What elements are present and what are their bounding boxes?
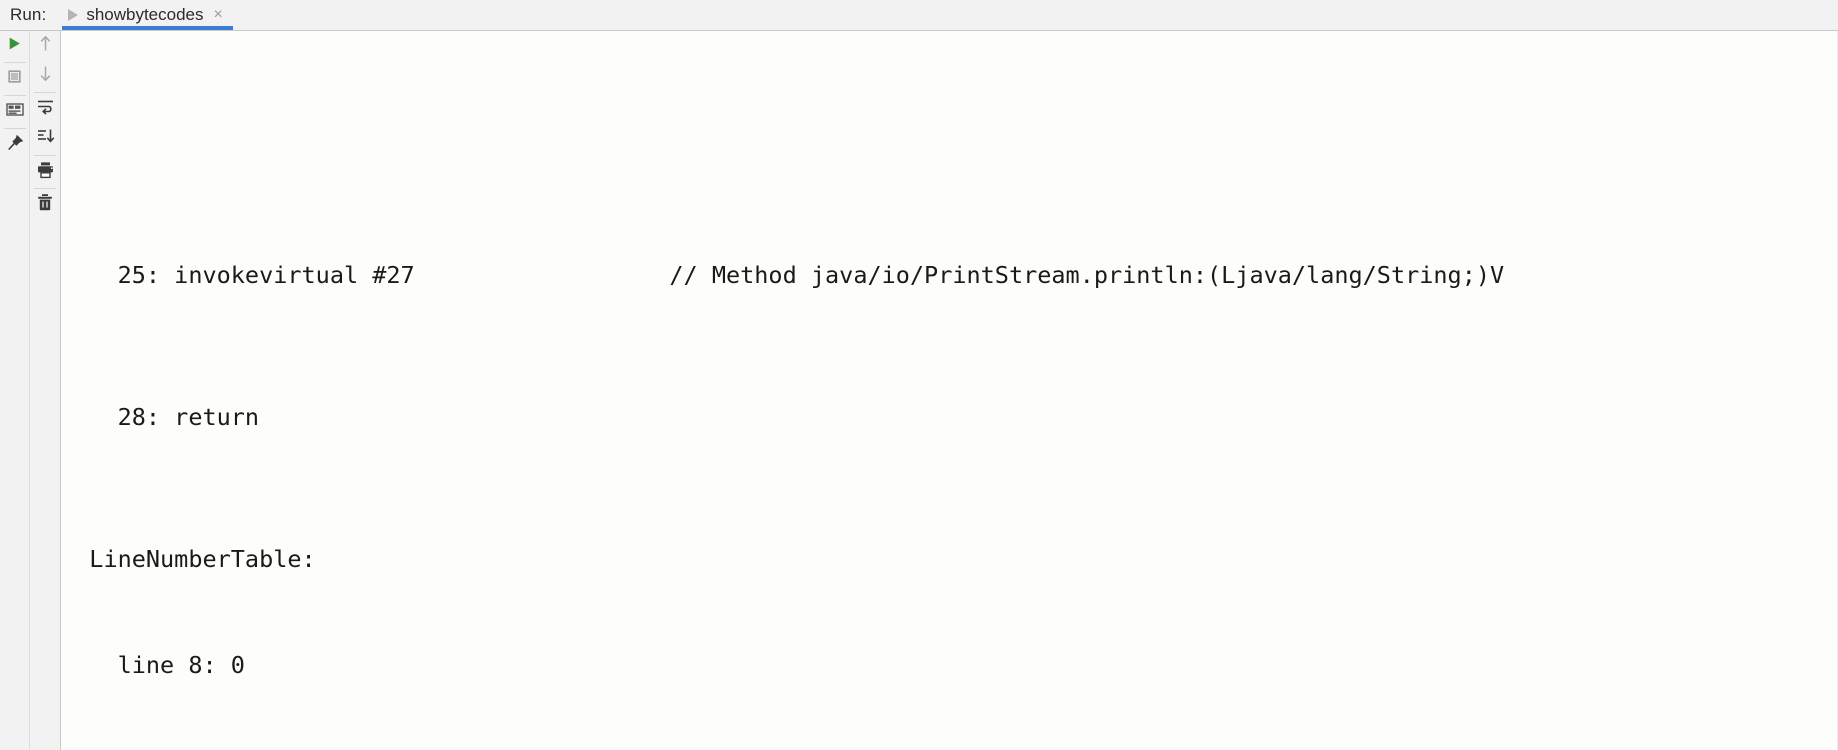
soft-wrap-button[interactable]: [31, 94, 60, 124]
toolbar-divider: [3, 95, 26, 96]
toolbar-divider: [34, 188, 56, 189]
toolbar-divider: [3, 62, 26, 63]
run-actions-toolbar-primary: [0, 31, 30, 750]
pin-icon: [6, 134, 24, 157]
clipped-line: [61, 116, 1504, 152]
show-console-button[interactable]: [0, 97, 29, 127]
scroll-to-end-button[interactable]: [31, 124, 60, 154]
toolbar-divider: [34, 155, 56, 156]
run-tool-window: Run: showbytecodes × 25: invokevirtual #…: [0, 0, 1838, 750]
run-tool-window-label: Run:: [10, 5, 47, 24]
run-configuration-icon: [68, 9, 79, 21]
column-gap: [415, 261, 670, 289]
tab-label: showbytecodes: [86, 5, 204, 24]
arrow-down-icon: [37, 64, 54, 88]
linenumber-entry-8: line 8: 0: [61, 651, 245, 679]
pin-tab-button[interactable]: [0, 130, 29, 160]
tab-active-underline: [62, 26, 233, 30]
rerun-button[interactable]: [0, 31, 29, 61]
run-tabbar: Run: showbytecodes ×: [0, 0, 1838, 31]
arrow-up-icon: [37, 34, 54, 58]
bytecode-comment: // Method java/io/PrintStream.println:(L…: [669, 260, 1505, 289]
close-icon[interactable]: ×: [212, 7, 225, 23]
play-icon: [6, 35, 23, 57]
trash-icon: [36, 193, 54, 217]
linenumbertable-header: LineNumberTable:: [61, 544, 316, 573]
toolbar-divider: [3, 128, 26, 129]
toolbar-divider: [34, 92, 56, 93]
printer-icon: [36, 161, 55, 184]
bytecode-line-25: 25: invokevirtual #27 // Method java/io/…: [61, 258, 1505, 294]
bytecode-instruction: 25: invokevirtual #27: [61, 260, 415, 289]
stop-button[interactable]: [0, 64, 29, 94]
console-icon: [5, 102, 24, 123]
up-the-stack-trace-button[interactable]: [31, 31, 60, 61]
clear-all-button[interactable]: [31, 190, 60, 220]
stop-icon: [6, 68, 23, 90]
console-text[interactable]: 25: invokevirtual #27 // Method java/io/…: [61, 31, 1504, 750]
down-the-stack-trace-button[interactable]: [31, 61, 60, 91]
tab-showbytecodes[interactable]: showbytecodes ×: [60, 0, 235, 30]
soft-wrap-icon: [36, 98, 55, 120]
scroll-to-end-icon: [36, 128, 55, 150]
print-button[interactable]: [31, 157, 60, 187]
bytecode-line-28: 28: return: [61, 402, 260, 431]
run-actions-toolbar-secondary: [30, 31, 61, 750]
console-output-area[interactable]: 25: invokevirtual #27 // Method java/io/…: [61, 31, 1838, 750]
